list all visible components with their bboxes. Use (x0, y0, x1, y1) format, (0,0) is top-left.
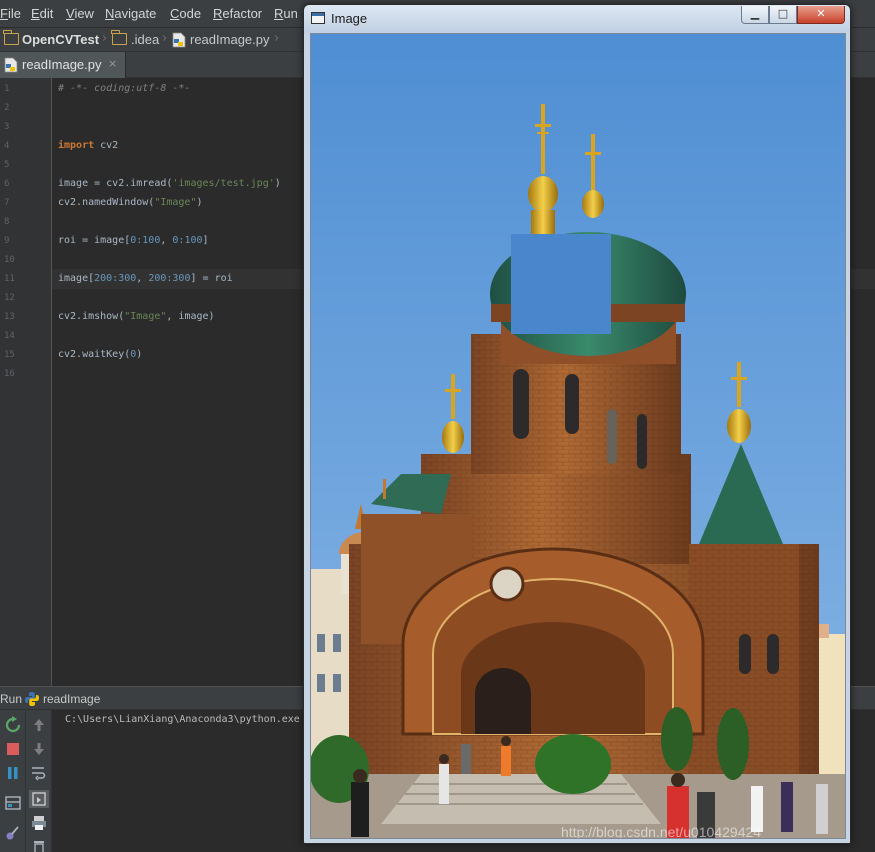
window-app-icon (311, 12, 325, 24)
code-text: ) (274, 178, 281, 189)
menu-edit[interactable]: Edit (31, 6, 53, 21)
breadcrumb-project[interactable]: OpenCVTest (22, 32, 99, 47)
menu-navigate[interactable]: Navigate (105, 6, 156, 21)
menu-run[interactable]: Run (274, 6, 298, 21)
line-number-gutter: 1 2 3 4 5 6 7 8 9 10 11 12 13 14 15 16 (0, 78, 52, 686)
code-text: image = cv2.imread( (58, 178, 173, 189)
folder-icon (111, 30, 127, 45)
line-number: 9 (4, 236, 10, 246)
stop-icon[interactable] (3, 740, 23, 758)
python-file-icon (4, 57, 18, 73)
menu-file[interactable]: File (0, 6, 21, 21)
menu-view[interactable]: View (66, 6, 94, 21)
soft-wrap-icon[interactable] (29, 764, 49, 782)
arrow-down-icon[interactable] (29, 740, 49, 758)
line-number: 14 (4, 331, 15, 341)
code-line-15: cv2.waitKey(0) (58, 349, 142, 360)
code-line-11: image[200:300, 200:300] = roi (58, 273, 233, 284)
scroll-to-end-icon[interactable] (29, 790, 49, 808)
arrow-up-icon[interactable] (29, 716, 49, 734)
string-literal: 'images/test.jpg' (172, 178, 275, 189)
comment: # -*- coding:utf-8 -*- (58, 83, 191, 94)
project-folder-icon (3, 30, 19, 45)
string-literal: "Image" (124, 311, 167, 322)
code-text: ] (202, 235, 209, 246)
image-window-titlebar[interactable]: Image ▁ □ ✕ (304, 5, 850, 33)
code-text: cv2.waitKey( (58, 349, 131, 360)
debug-icon[interactable] (3, 824, 23, 842)
python-icon (25, 692, 39, 706)
code-text: ] = roi (190, 273, 233, 284)
code-line-13: cv2.imshow("Image", image) (58, 311, 215, 322)
line-number: 6 (4, 179, 10, 189)
line-number: 2 (4, 103, 10, 113)
number-literal: 200:300 (148, 273, 191, 284)
line-number: 10 (4, 255, 15, 265)
breadcrumb-separator-icon: › (102, 31, 108, 46)
code-text: , (136, 273, 149, 284)
console-output: C:\Users\LianXiang\Anaconda3\python.exe (65, 714, 300, 725)
minimize-button[interactable]: ▁ (741, 6, 769, 24)
line-number: 3 (4, 122, 10, 132)
line-number: 11 (4, 274, 15, 284)
code-text: ) (136, 349, 143, 360)
code-line-4: import cv2 (58, 140, 118, 151)
number-literal: 0:100 (172, 235, 203, 246)
close-icon[interactable]: × (108, 57, 117, 70)
maximize-button[interactable]: □ (769, 6, 797, 24)
code-text: ) (196, 197, 203, 208)
close-button[interactable]: ✕ (797, 6, 845, 24)
python-file-icon (172, 32, 186, 48)
string-literal: "Image" (154, 197, 197, 208)
breadcrumb-separator-icon: › (162, 31, 168, 46)
line-number: 12 (4, 293, 15, 303)
line-number: 4 (4, 141, 10, 151)
code-text: , image) (166, 311, 215, 322)
code-text: , (160, 235, 173, 246)
window-title: Image (331, 11, 368, 26)
code-text: cv2.namedWindow( (58, 197, 155, 208)
menu-refactor[interactable]: Refactor (213, 6, 262, 21)
tab-label: readImage.py (22, 57, 102, 72)
breadcrumb-folder[interactable]: .idea (131, 32, 159, 47)
run-toolbar-right (26, 710, 52, 852)
roi-patch (511, 234, 611, 334)
line-number: 13 (4, 312, 15, 322)
run-tool-title: Run (0, 692, 23, 706)
code-line-6: image = cv2.imread('images/test.jpg') (58, 178, 281, 189)
print-icon[interactable] (29, 814, 49, 832)
image-window[interactable]: Image ▁ □ ✕ http://blog.csdn.net/u010429… (303, 4, 851, 844)
code-line-9: roi = image[0:100, 0:100] (58, 235, 209, 246)
keyword: import (58, 140, 95, 151)
breadcrumb-file[interactable]: readImage.py (190, 32, 270, 47)
code-text: cv2 (94, 140, 119, 151)
line-number: 7 (4, 198, 10, 208)
breadcrumb-separator-icon: › (274, 31, 280, 46)
watermark: http://blog.csdn.net/u010429424 (561, 824, 762, 839)
cathedral-photo (311, 34, 845, 838)
line-number: 1 (4, 84, 10, 94)
pause-icon[interactable] (3, 764, 23, 782)
run-toolbar-left (0, 710, 26, 852)
code-text: roi = image[ (58, 235, 131, 246)
number-literal: 200:300 (94, 273, 137, 284)
number-literal: 0:100 (130, 235, 161, 246)
run-config-name[interactable]: readImage (43, 692, 100, 706)
line-number: 5 (4, 160, 10, 170)
menu-code[interactable]: Code (170, 6, 201, 21)
rerun-icon[interactable] (3, 716, 23, 734)
code-text: cv2.imshow( (58, 311, 125, 322)
code-text: image[ (58, 273, 95, 284)
line-number: 8 (4, 217, 10, 227)
tab-readimage[interactable]: readImage.py × (0, 52, 126, 78)
code-line-1: # -*- coding:utf-8 -*- (58, 83, 190, 94)
line-number: 15 (4, 350, 15, 360)
layout-icon[interactable] (3, 794, 23, 812)
line-number: 16 (4, 369, 15, 379)
code-line-7: cv2.namedWindow("Image") (58, 197, 203, 208)
trash-icon[interactable] (29, 838, 49, 852)
image-canvas: http://blog.csdn.net/u010429424 (310, 33, 846, 839)
